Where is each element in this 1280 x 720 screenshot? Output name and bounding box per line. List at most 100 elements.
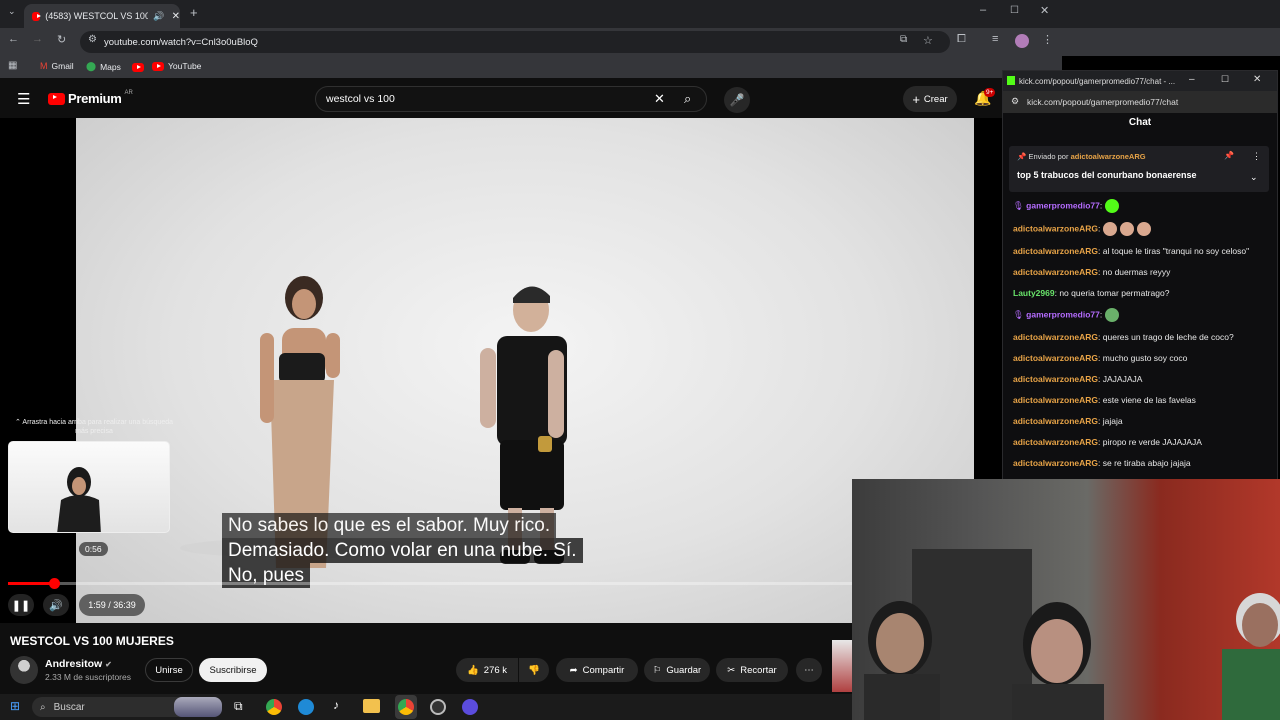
expand-chevron-icon[interactable]: ⌄: [1250, 172, 1258, 183]
chat-username[interactable]: gamerpromedio77: [1026, 200, 1100, 210]
chat-username[interactable]: adictoalwarzoneARG: [1013, 246, 1098, 256]
chat-text: no queria tomar permatrago?: [1059, 288, 1170, 298]
bookmarks-bar: ▦ M Gmail ⬤ Maps YouTube: [0, 56, 1062, 78]
bookmark-star-icon[interactable]: ☆: [923, 34, 933, 47]
preview-time: 0:56: [79, 542, 108, 556]
kick-site-info-icon[interactable]: ⚙: [1011, 96, 1019, 107]
progress-bar[interactable]: [8, 578, 852, 589]
chat-username[interactable]: adictoalwarzoneARG: [1013, 353, 1098, 363]
bookmark-youtube[interactable]: YouTube: [152, 61, 201, 71]
kick-close-icon[interactable]: ✕: [1253, 74, 1261, 85]
new-tab-icon[interactable]: +: [190, 5, 198, 20]
chat-message: adictoalwarzoneARG:: [1013, 222, 1269, 236]
subtitle-line: No sabes lo que es el sabor. Muy rico.: [222, 513, 557, 538]
chat-username[interactable]: adictoalwarzoneARG: [1013, 374, 1098, 384]
install-app-icon[interactable]: ⧉: [900, 34, 907, 45]
pinned-message[interactable]: 📌 Enviado por adictoalwarzoneARG top 5 t…: [1009, 146, 1269, 192]
chrome-active-taskbar-icon[interactable]: [398, 699, 414, 715]
tiktok-taskbar-icon[interactable]: ♪: [333, 698, 339, 712]
chat-username[interactable]: adictoalwarzoneARG: [1013, 458, 1098, 468]
chat-message: adictoalwarzoneARG: al toque le tiras "t…: [1013, 245, 1269, 257]
youtube-bookmark-icon[interactable]: [132, 63, 144, 72]
pinned-by-label: Enviado por: [1028, 152, 1069, 161]
chat-username[interactable]: Lauty2969: [1013, 288, 1055, 298]
site-info-icon[interactable]: ⚙: [88, 34, 97, 45]
chat-message: 🎙 gamerpromedio77:: [1013, 199, 1269, 213]
minimize-icon[interactable]: –: [980, 4, 986, 16]
clear-search-icon[interactable]: ✕: [654, 91, 665, 107]
chrome-taskbar-icon[interactable]: [266, 699, 282, 715]
dislike-button[interactable]: 👎: [519, 658, 549, 682]
chat-message: adictoalwarzoneARG: no duermas reyyy: [1013, 266, 1269, 278]
tab-search-icon[interactable]: ⌄: [8, 6, 16, 17]
media-control-icon[interactable]: ≡: [992, 33, 998, 45]
chat-message: adictoalwarzoneARG: jajaja: [1013, 415, 1269, 427]
maximize-icon[interactable]: ☐: [1010, 5, 1019, 16]
channel-avatar[interactable]: [10, 656, 38, 684]
edge-taskbar-icon[interactable]: [298, 699, 314, 715]
volume-icon[interactable]: 🔊: [43, 594, 69, 616]
kick-chat-window: kick.com/popout/gamerpromedio77/chat - .…: [1002, 70, 1278, 480]
pinned-by: 📌 Enviado por adictoalwarzoneARG: [1017, 152, 1146, 161]
voice-search-icon[interactable]: 🎤: [724, 87, 750, 113]
apps-grid-icon[interactable]: ▦: [8, 60, 17, 71]
chat-username[interactable]: adictoalwarzoneARG: [1013, 332, 1098, 342]
chat-message: 🎙 gamerpromedio77:: [1013, 308, 1269, 322]
taskbar-search-label: Buscar: [53, 701, 85, 713]
preview-hint-text: Arrastra hacia arriba para realizar una …: [22, 419, 174, 435]
youtube-premium-logo[interactable]: Premium AR: [48, 90, 133, 106]
join-label: Unirse: [155, 664, 183, 676]
menu-icon[interactable]: ☰: [17, 90, 30, 108]
share-button[interactable]: ➦ Compartir: [556, 658, 638, 682]
search-input[interactable]: westcol vs 100 ✕ ⌕: [315, 86, 707, 112]
search-icon[interactable]: ⌕: [684, 91, 691, 107]
kick-maximize-icon[interactable]: ☐: [1221, 74, 1229, 85]
file-explorer-icon[interactable]: [363, 699, 380, 713]
extensions-icon[interactable]: ⧠: [957, 33, 966, 46]
app-taskbar-icon[interactable]: [462, 699, 478, 715]
browser-toolbar: ← → ↻ ⚙ youtube.com/watch?v=Cnl3o0uBloQ …: [0, 28, 1062, 56]
forward-icon[interactable]: →: [32, 33, 43, 45]
task-view-icon[interactable]: ⧉: [234, 699, 243, 714]
chat-username[interactable]: gamerpromedio77: [1026, 309, 1100, 319]
like-button[interactable]: 👍 276 k: [456, 658, 518, 682]
address-bar[interactable]: ⚙ youtube.com/watch?v=Cnl3o0uBloQ ⧉ ☆: [80, 31, 950, 53]
chat-username[interactable]: adictoalwarzoneARG: [1013, 437, 1098, 447]
tab-audio-icon[interactable]: 🔊: [153, 11, 164, 22]
pause-button[interactable]: ❚❚: [8, 594, 34, 616]
tab-youtube[interactable]: (4583) WESTCOL VS 100 MUJERES 🔊 ✕: [24, 4, 180, 28]
tab-close-icon[interactable]: ✕: [172, 11, 180, 22]
chat-username[interactable]: adictoalwarzoneARG: [1013, 416, 1098, 426]
back-icon[interactable]: ←: [8, 33, 19, 45]
chat-text: se re tiraba abajo jajaja: [1102, 458, 1191, 468]
save-button[interactable]: ⚐ Guardar: [644, 658, 710, 682]
clip-button[interactable]: ✂ Recortar: [716, 658, 788, 682]
bookmark-label: Gmail: [51, 61, 74, 71]
channel-name[interactable]: Andresitow ✔: [45, 658, 112, 670]
windows-start-icon[interactable]: ⊞: [10, 699, 20, 713]
chat-username[interactable]: adictoalwarzoneARG: [1013, 395, 1098, 405]
pinned-menu-icon[interactable]: ⋮: [1252, 151, 1261, 162]
profile-avatar[interactable]: [1015, 34, 1029, 48]
kick-minimize-icon[interactable]: –: [1189, 74, 1195, 85]
kick-window-title: kick.com/popout/gamerpromedio77/chat - .…: [1019, 76, 1176, 86]
more-actions-button[interactable]: ⋯: [796, 658, 822, 682]
obs-taskbar-icon[interactable]: [430, 699, 446, 715]
chrome-menu-icon[interactable]: ⋮: [1042, 33, 1053, 46]
unpin-icon[interactable]: 📌: [1224, 151, 1234, 160]
related-video-thumbnail[interactable]: [832, 640, 852, 692]
join-button[interactable]: Unirse: [145, 658, 193, 682]
progress-scrubber[interactable]: [48, 578, 60, 589]
chat-username[interactable]: adictoalwarzoneARG: [1013, 267, 1098, 277]
subscribe-label: Suscribirse: [209, 664, 257, 676]
subscribe-button[interactable]: Suscribirse: [199, 658, 267, 682]
notifications-badge: 9+: [984, 88, 996, 97]
bookmark-gmail[interactable]: M Gmail: [40, 61, 74, 71]
kick-url-bar[interactable]: ⚙ kick.com/popout/gamerpromedio77/chat: [1003, 91, 1277, 113]
close-window-icon[interactable]: ✕: [1040, 4, 1049, 17]
create-button[interactable]: + Crear: [903, 86, 957, 112]
reload-icon[interactable]: ↻: [57, 33, 66, 46]
bookmark-maps[interactable]: ⬤ Maps: [86, 61, 121, 72]
chat-username[interactable]: adictoalwarzoneARG: [1013, 223, 1098, 233]
pinned-text: top 5 trabucos del conurbano bonaerense: [1017, 170, 1197, 180]
